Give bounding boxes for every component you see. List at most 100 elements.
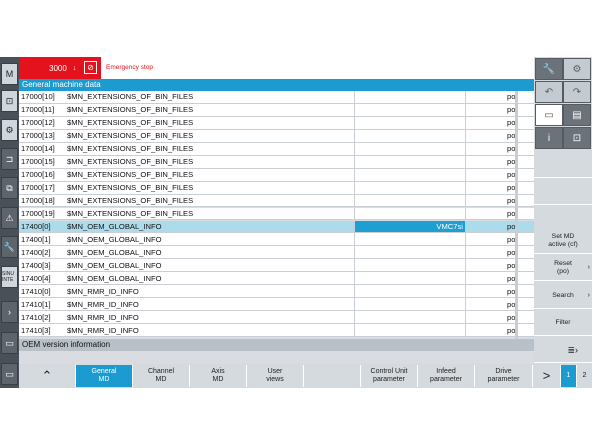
tab-axis-md[interactable]: Axis MD	[190, 365, 247, 387]
list-icon[interactable]: ▤	[563, 104, 591, 126]
program-manager-icon[interactable]: ⊐	[1, 148, 18, 170]
blank-softkey[interactable]	[304, 365, 361, 387]
diagnostics-warning-icon[interactable]: ⚠	[1, 207, 18, 229]
reset-po-button[interactable]: Reset (po) ›	[534, 255, 592, 281]
undo-icon[interactable]: ↶	[535, 81, 563, 103]
hmi-screen: M ⊡ ⚙ ⊐ ⧉ ⚠ 🔧 SINU INTE › ▭ ▭ 3000 ↓ ⊘ E…	[0, 57, 592, 388]
md-name: $MN_EXTENSIONS_OF_BIN_FILES	[67, 131, 194, 141]
table-row[interactable]: 17400[0] $MN_OEM_GLOBAL_INFO VMC7si po	[19, 220, 534, 234]
md-value-field[interactable]	[354, 116, 466, 129]
program-area-icon[interactable]: ⚙	[1, 119, 18, 141]
table-row[interactable]: 17410[3] $MN_RMR_ID_INFO po	[19, 324, 534, 337]
vertical-softkey-2[interactable]	[534, 179, 592, 205]
window-icon[interactable]: ▭	[535, 104, 563, 126]
md-number: 17000[13]	[21, 131, 55, 141]
tab-channel-md[interactable]: Channel MD	[133, 365, 190, 387]
md-value-field[interactable]	[354, 259, 466, 272]
md-name: $MN_OEM_GLOBAL_INFO	[67, 247, 162, 257]
setup-wrench-icon[interactable]: 🔧	[1, 236, 18, 258]
alarm-indicator[interactable]: 3000 ↓ ⊘	[19, 57, 101, 79]
info-icon[interactable]: i	[535, 127, 563, 149]
md-value-field[interactable]	[354, 142, 466, 155]
md-number: 17410[0]	[21, 286, 51, 296]
md-number: 17000[11]	[21, 105, 55, 115]
md-number: 17000[17]	[21, 183, 55, 193]
table-row[interactable]: 17000[11] $MN_EXTENSIONS_OF_BIN_FILES po	[19, 103, 534, 117]
md-number: 17400[0]	[21, 221, 51, 231]
sinumerik-integrate-icon[interactable]: SINU INTE	[1, 266, 18, 288]
alarm-number: 3000	[49, 63, 67, 73]
expand-arrow-icon[interactable]: ›	[1, 301, 18, 323]
md-value-field[interactable]	[354, 272, 466, 285]
window-icon-2[interactable]: ▭	[1, 363, 18, 385]
md-name: $MN_RMR_ID_INFO	[67, 312, 139, 322]
next-page-icon[interactable]: >	[533, 365, 561, 387]
redo-icon[interactable]: ↷	[563, 81, 591, 103]
md-value-field[interactable]	[354, 103, 466, 116]
tab-drive-parameter[interactable]: Drive parameter	[475, 365, 533, 387]
md-number: 17400[4]	[21, 273, 51, 283]
md-number: 17400[1]	[21, 234, 51, 244]
table-row[interactable]: 17000[10] $MN_EXTENSIONS_OF_BIN_FILES po	[19, 91, 534, 104]
tab-user-views[interactable]: User views	[247, 365, 304, 387]
md-value-field[interactable]	[354, 129, 466, 142]
table-row[interactable]: 17000[17] $MN_EXTENSIONS_OF_BIN_FILES po	[19, 181, 534, 195]
table-row[interactable]: 17400[1] $MN_OEM_GLOBAL_INFO po	[19, 233, 534, 247]
parameter-area-icon[interactable]: ⊡	[1, 90, 18, 112]
md-value-field[interactable]	[354, 311, 466, 324]
set-md-active-button[interactable]: Set MD active (cf)	[534, 228, 592, 254]
md-value-field[interactable]	[354, 285, 466, 298]
table-row[interactable]: 17400[2] $MN_OEM_GLOBAL_INFO po	[19, 246, 534, 260]
alarm-arrow-icon: ↓	[72, 64, 77, 72]
md-number: 17000[12]	[21, 118, 55, 128]
md-name: $MN_OEM_GLOBAL_INFO	[67, 221, 162, 231]
alarm-text: Emergency stop	[106, 64, 153, 71]
md-value-field[interactable]	[354, 233, 466, 246]
md-value-field[interactable]: VMC7si	[354, 220, 466, 233]
table-row[interactable]: 17000[12] $MN_EXTENSIONS_OF_BIN_FILES po	[19, 116, 534, 130]
md-value-field[interactable]	[354, 246, 466, 259]
search-button[interactable]: Search ›	[534, 283, 592, 309]
tab-general-md[interactable]: General MD	[76, 365, 133, 387]
md-name: $MN_OEM_GLOBAL_INFO	[67, 273, 162, 283]
page-2-button[interactable]: 2	[577, 365, 592, 387]
md-value-field[interactable]	[354, 91, 466, 103]
md-name: $MN_EXTENSIONS_OF_BIN_FILES	[67, 118, 194, 128]
vertical-softkey-1[interactable]	[534, 152, 592, 178]
table-row[interactable]: 17000[15] $MN_EXTENSIONS_OF_BIN_FILES po	[19, 155, 534, 169]
table-scrollbar[interactable]	[515, 91, 518, 339]
md-value-field[interactable]	[354, 194, 466, 207]
table-row[interactable]: 17000[16] $MN_EXTENSIONS_OF_BIN_FILES po	[19, 168, 534, 182]
left-toolbar: M ⊡ ⚙ ⊐ ⧉ ⚠ 🔧 SINU INTE › ▭ ▭	[0, 57, 19, 388]
alarm-ack-icon[interactable]: ⊘	[84, 61, 97, 74]
page-1-button[interactable]: 1	[561, 365, 577, 387]
up-arrow-button[interactable]: ⌃	[19, 365, 76, 387]
md-value-field[interactable]	[354, 207, 466, 220]
settings-icon[interactable]: ⚙	[563, 58, 591, 80]
tab-infeed-parameter[interactable]: Infeed parameter	[418, 365, 475, 387]
table-row[interactable]: 17410[0] $MN_RMR_ID_INFO po	[19, 285, 534, 299]
md-name: $MN_EXTENSIONS_OF_BIN_FILES	[67, 170, 194, 180]
table-row[interactable]: 17410[1] $MN_RMR_ID_INFO po	[19, 298, 534, 312]
copy-icon[interactable]: ⧉	[1, 177, 18, 199]
table-row[interactable]: 17000[14] $MN_EXTENSIONS_OF_BIN_FILES po	[19, 142, 534, 156]
md-value-field[interactable]	[354, 324, 466, 336]
md-value-field[interactable]	[354, 181, 466, 194]
table-row[interactable]: 17400[3] $MN_OEM_GLOBAL_INFO po	[19, 259, 534, 273]
table-row[interactable]: 17000[18] $MN_EXTENSIONS_OF_BIN_FILES po	[19, 194, 534, 208]
md-value-field[interactable]	[354, 298, 466, 311]
filter-button[interactable]: Filter	[534, 310, 592, 336]
screenshot-icon[interactable]: ⊡	[563, 127, 591, 149]
window-icon[interactable]: ▭	[1, 332, 18, 354]
table-row[interactable]: 17410[2] $MN_RMR_ID_INFO po	[19, 311, 534, 325]
table-row[interactable]: 17400[4] $MN_OEM_GLOBAL_INFO po	[19, 272, 534, 286]
machine-area-icon[interactable]: M	[1, 63, 18, 85]
more-softkey[interactable]: ≣›	[534, 337, 592, 363]
tab-control-unit-parameter[interactable]: Control Unit parameter	[361, 365, 418, 387]
table-row[interactable]: 17000[13] $MN_EXTENSIONS_OF_BIN_FILES po	[19, 129, 534, 143]
wrench-icon[interactable]: 🔧	[535, 58, 563, 80]
table-row[interactable]: 17000[19] $MN_EXTENSIONS_OF_BIN_FILES po	[19, 207, 534, 221]
md-value-field[interactable]	[354, 168, 466, 181]
md-value-field[interactable]	[354, 155, 466, 168]
md-number: 17410[1]	[21, 299, 51, 309]
